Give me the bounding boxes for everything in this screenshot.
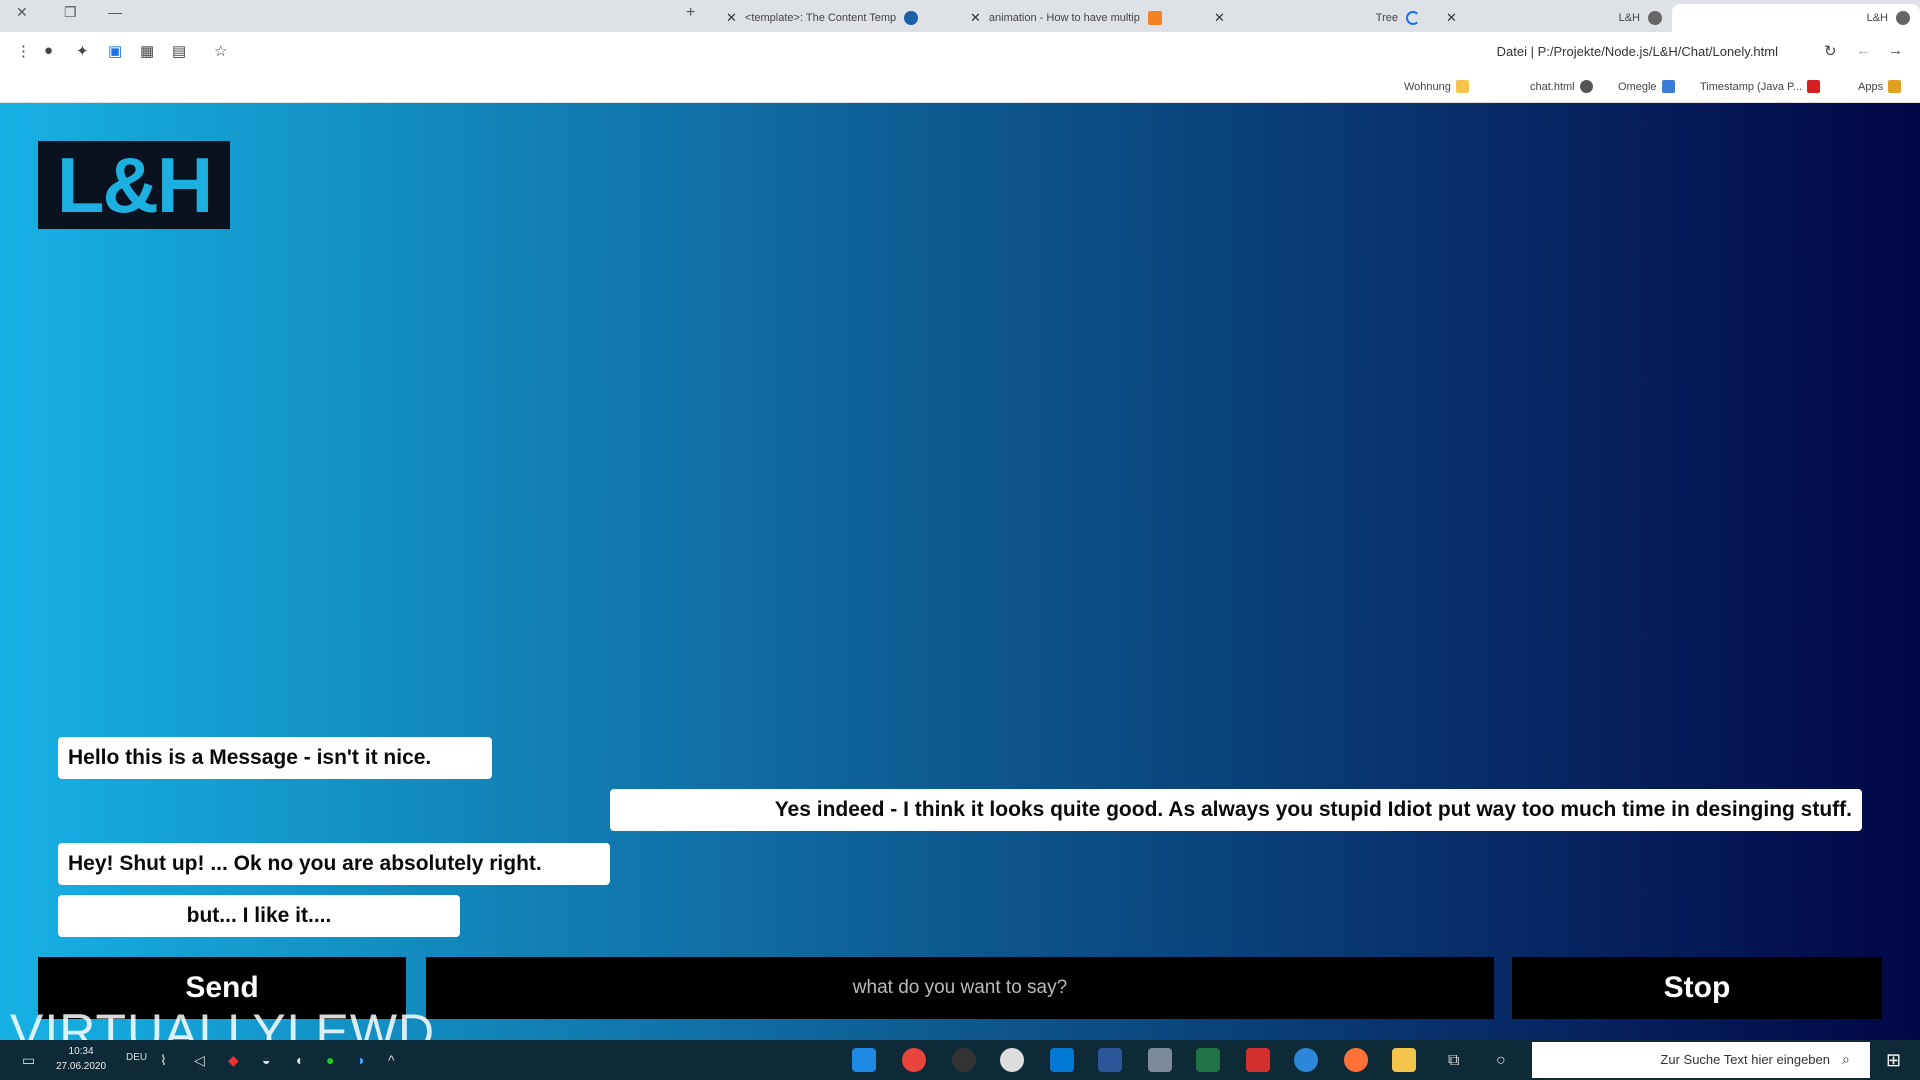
tab-title: L&H: [1866, 12, 1888, 24]
close-icon[interactable]: ✕: [970, 10, 981, 26]
globe-icon: [1896, 11, 1910, 25]
wifi-icon[interactable]: ⌇: [160, 1052, 167, 1069]
chevron-up-icon[interactable]: ^: [388, 1052, 395, 1068]
notifications-icon[interactable]: ▭: [22, 1052, 35, 1069]
reload-icon[interactable]: ↻: [1824, 42, 1837, 60]
apps-grid-icon: [1888, 80, 1902, 93]
windows-start-icon[interactable]: ⊞: [1886, 1050, 1901, 1071]
message-input[interactable]: [426, 957, 1494, 1019]
new-tab-icon[interactable]: +: [686, 4, 695, 22]
task-view-icon[interactable]: ⧉: [1448, 1052, 1459, 1070]
bookmark-icon: [1807, 80, 1821, 93]
menu-dots-icon[interactable]: ⋮: [16, 42, 31, 60]
bookmark-timestamp[interactable]: Timestamp (Java P...: [1700, 80, 1821, 93]
chat-message: but... I like it....: [58, 895, 460, 937]
mail-icon[interactable]: [1050, 1048, 1074, 1072]
tab-template[interactable]: ✕ <template>: The Content Temp: [716, 4, 954, 32]
bookmark-chat[interactable]: chat.html: [1530, 80, 1593, 93]
minimize-icon[interactable]: —: [108, 4, 122, 20]
tab-favicon: [1147, 11, 1162, 25]
loading-icon: [1406, 11, 1420, 25]
tray-app-icon[interactable]: ◐: [296, 1052, 304, 1068]
tab-lh-2[interactable]: ✕ L&H: [1672, 4, 1920, 32]
clock[interactable]: 10:34 27.06.2020: [56, 1044, 106, 1074]
antivirus-icon[interactable]: [1246, 1048, 1270, 1072]
maximize-icon[interactable]: ❐: [64, 4, 77, 21]
search-icon: ⌕: [1842, 1051, 1850, 1067]
edge-icon[interactable]: [1294, 1048, 1318, 1072]
tab-animation[interactable]: ✕ animation - How to have multip: [960, 4, 1198, 32]
antivirus-icon[interactable]: ◆: [228, 1052, 239, 1069]
globe-icon: [1648, 11, 1662, 25]
app-icon[interactable]: [1000, 1048, 1024, 1072]
address-bar[interactable]: Datei | P:/Projekte/Node.js/L&H/Chat/Lon…: [1497, 44, 1778, 59]
chat-page: L&H Hello this is a Message - isn't it n…: [0, 103, 1920, 1060]
tray-app-icon[interactable]: ◒: [262, 1052, 270, 1068]
bookmark-wohnung[interactable]: Wohnung: [1404, 80, 1469, 93]
tab-lh-1[interactable]: ✕ L&H: [1436, 4, 1672, 32]
profile-icon[interactable]: ●: [44, 42, 53, 59]
chrome-icon[interactable]: [902, 1048, 926, 1072]
cortana-icon[interactable]: ○: [1496, 1052, 1506, 1070]
tab-title: L&H: [1618, 12, 1640, 24]
close-icon[interactable]: ✕: [1446, 10, 1457, 26]
tab-strip: ✕ ❐ — + ✕ <template>: The Content Temp ✕…: [0, 0, 1920, 32]
chat-message: Hey! Shut up! ... Ok no you are absolute…: [58, 843, 610, 885]
inkscape-icon[interactable]: [952, 1048, 976, 1072]
close-icon[interactable]: ✕: [1214, 10, 1225, 26]
excel-icon[interactable]: [1196, 1048, 1220, 1072]
logo: L&H: [38, 141, 230, 229]
vscode-icon[interactable]: [852, 1048, 876, 1072]
word-icon[interactable]: [1098, 1048, 1122, 1072]
stop-button[interactable]: Stop: [1512, 957, 1882, 1019]
extension-icon[interactable]: ▦: [140, 42, 154, 60]
spotify-icon[interactable]: ●: [326, 1052, 334, 1068]
bookmarks-bar: Apps Timestamp (Java P... Omegle chat.ht…: [0, 72, 1920, 103]
back-icon[interactable]: →: [1888, 42, 1903, 59]
firefox-icon[interactable]: [1344, 1048, 1368, 1072]
close-window-icon[interactable]: ✕: [16, 4, 28, 21]
tray-app-icon[interactable]: ◑: [356, 1052, 364, 1068]
bookmark-star-icon[interactable]: ☆: [214, 42, 227, 60]
extension-icon[interactable]: ✦: [76, 42, 89, 60]
tab-favicon: [904, 11, 919, 25]
chat-message: Yes indeed - I think it looks quite good…: [610, 789, 1862, 831]
bookmark-apps[interactable]: Apps: [1858, 80, 1902, 93]
forward-icon[interactable]: ←: [1856, 42, 1871, 59]
volume-icon[interactable]: ◁: [194, 1052, 205, 1069]
bookmark-omegle[interactable]: Omegle: [1618, 80, 1675, 93]
folder-icon: [1455, 80, 1469, 93]
close-icon[interactable]: ✕: [726, 10, 737, 26]
taskbar-search[interactable]: Zur Suche Text hier eingeben: [1532, 1042, 1870, 1078]
language-indicator[interactable]: DEU: [126, 1052, 147, 1063]
tab-title: animation - How to have multip: [988, 12, 1140, 24]
tab-title: Tree: [1375, 12, 1398, 24]
taskbar: ▭ 10:34 27.06.2020 DEU ⌇ ◁ ◆ ◒ ◐ ● ◑ ^ ⧉…: [0, 1040, 1920, 1080]
globe-icon: [1579, 80, 1593, 93]
app-icon[interactable]: [1148, 1048, 1172, 1072]
tab-title: <template>: The Content Temp: [744, 12, 897, 24]
extension-icon[interactable]: ▤: [172, 42, 186, 60]
file-explorer-icon[interactable]: [1392, 1048, 1416, 1072]
bookmark-icon: [1661, 80, 1675, 93]
extension-icon[interactable]: ▣: [108, 42, 122, 60]
tab-tree[interactable]: ✕ Tree: [1204, 4, 1430, 32]
chat-message: Hello this is a Message - isn't it nice.: [58, 737, 492, 779]
